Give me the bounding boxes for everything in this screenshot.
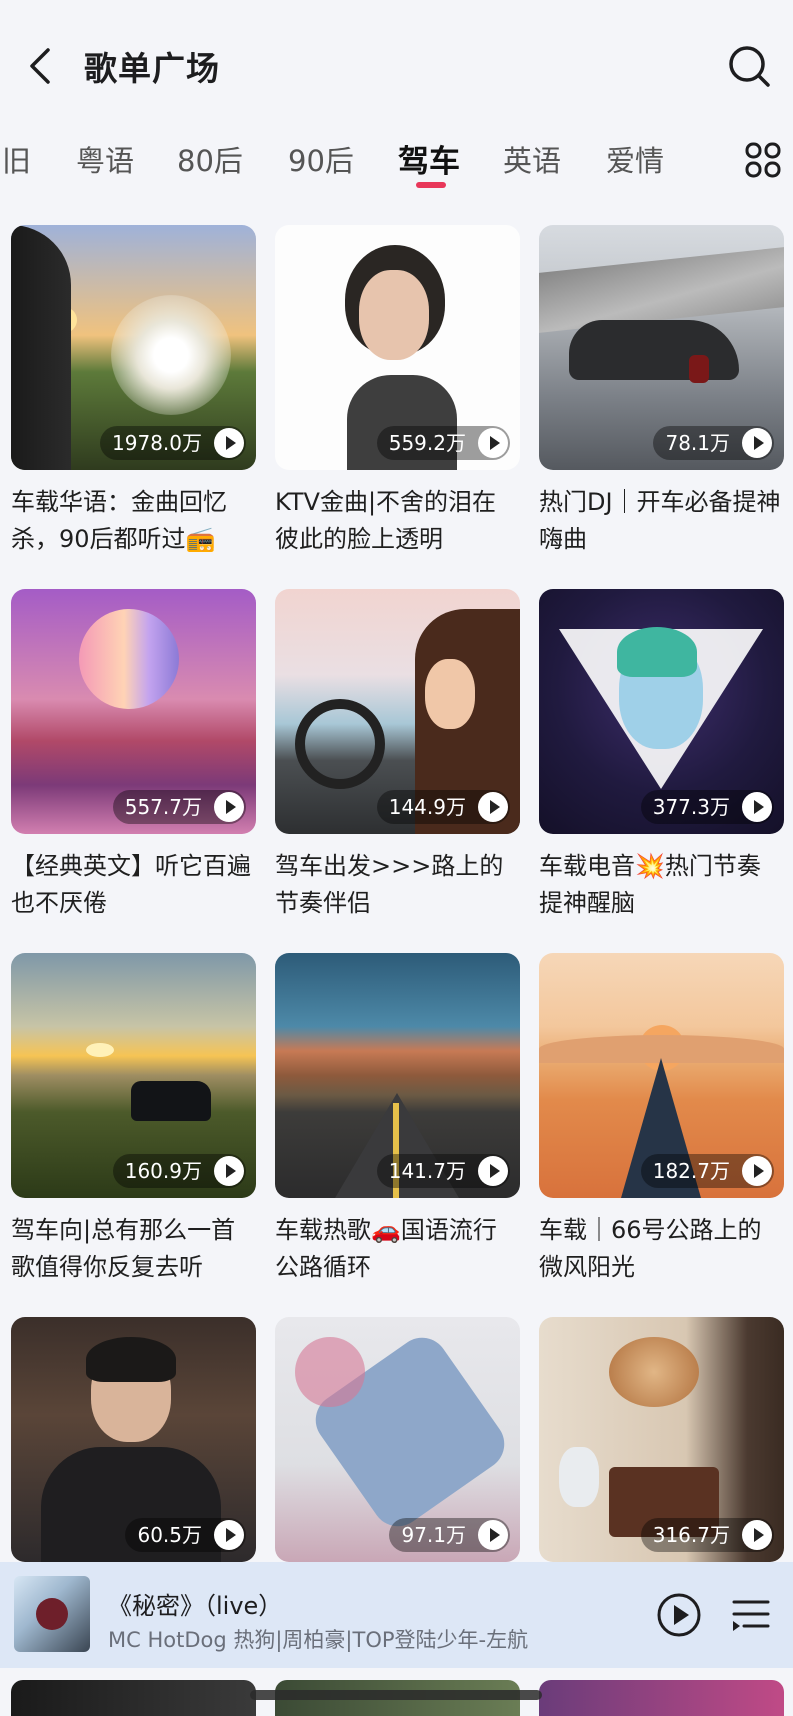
playlist-card[interactable]: 377.3万 车载电音💥热门节奏 提神醒脑: [539, 589, 784, 922]
playlist-icon[interactable]: [730, 1596, 772, 1636]
playlist-title: 驾车出发>>>路上的节奏伴侣: [275, 852, 504, 917]
play-icon[interactable]: [478, 1520, 508, 1550]
back-chevron-icon[interactable]: [20, 44, 64, 88]
playlist-card[interactable]: 182.7万 车载｜66号公路上的微风阳光: [539, 953, 784, 1286]
playlist-card[interactable]: 60.5万: [11, 1317, 256, 1562]
category-tabs: 旧 粤语 80后 90后 驾车 英语 爱情: [0, 132, 793, 194]
playlist-cover[interactable]: 182.7万: [539, 953, 784, 1198]
tab-80s[interactable]: 80后: [177, 138, 243, 180]
grid-menu-icon[interactable]: [743, 140, 783, 180]
play-icon[interactable]: [214, 1156, 244, 1186]
playlist-title: 车载｜66号公路上的微风阳光: [539, 1216, 762, 1281]
home-indicator: [250, 1690, 542, 1700]
header: 歌单广场: [0, 0, 793, 130]
play-icon[interactable]: [214, 428, 244, 458]
playlist-title: 车载华语：金曲回忆杀，90后都听过📻: [11, 488, 227, 553]
tab-jiu[interactable]: 旧: [2, 138, 31, 180]
play-icon[interactable]: [742, 792, 772, 822]
playlist-cover[interactable]: 144.9万: [275, 589, 520, 834]
playlist-card[interactable]: 559.2万 KTV金曲|不舍的泪在彼此的脸上透明: [275, 225, 520, 558]
playlist-cover[interactable]: 377.3万: [539, 589, 784, 834]
tab-english[interactable]: 英语: [503, 138, 561, 180]
playlist-card[interactable]: 316.7万: [539, 1317, 784, 1562]
playlist-title: 热门DJ｜开车必备提神嗨曲: [539, 488, 781, 553]
search-icon[interactable]: [725, 42, 773, 90]
play-icon[interactable]: [214, 1520, 244, 1550]
tab-90s[interactable]: 90后: [288, 138, 354, 180]
playlist-card[interactable]: 160.9万 驾车向|总有那么一首歌值得你反复去听: [11, 953, 256, 1286]
playlist-card[interactable]: 97.1万: [275, 1317, 520, 1562]
playlist-cover[interactable]: 557.7万: [11, 589, 256, 834]
playlist-title: 车载电音💥热门节奏 提神醒脑: [539, 852, 761, 917]
playlist-cover[interactable]: 160.9万: [11, 953, 256, 1198]
album-art[interactable]: [14, 1576, 90, 1652]
play-icon[interactable]: [214, 792, 244, 822]
playlist-title: 驾车向|总有那么一首歌值得你反复去听: [11, 1216, 236, 1281]
play-icon[interactable]: [478, 792, 508, 822]
playlist-title: KTV金曲|不舍的泪在彼此的脸上透明: [275, 488, 497, 553]
mini-player[interactable]: 《秘密》（live） MC HotDog 热狗|周柏豪|TOP登陆少年-左航: [0, 1562, 793, 1668]
playlist-card[interactable]: 141.7万 车载热歌🚗国语流行公路循环: [275, 953, 520, 1286]
playlist-card[interactable]: 557.7万 【经典英文】听它百遍也不厌倦: [11, 589, 256, 922]
tab-cantonese[interactable]: 粤语: [76, 138, 134, 180]
playlist-cover[interactable]: 316.7万: [539, 1317, 784, 1562]
active-tab-indicator: [416, 182, 446, 188]
playlist-title: 车载热歌🚗国语流行公路循环: [275, 1216, 497, 1281]
playlist-cover[interactable]: 97.1万: [275, 1317, 520, 1562]
playlist-cover[interactable]: 141.7万: [275, 953, 520, 1198]
playlist-cover[interactable]: 1978.0万: [11, 225, 256, 470]
playlist-cover[interactable]: 559.2万: [275, 225, 520, 470]
playlist-cover[interactable]: 60.5万: [11, 1317, 256, 1562]
playlist-cover-peek: [11, 1680, 256, 1716]
playlist-card[interactable]: 78.1万 热门DJ｜开车必备提神嗨曲: [539, 225, 784, 558]
play-icon[interactable]: [742, 428, 772, 458]
tab-love[interactable]: 爱情: [606, 138, 664, 180]
page-title: 歌单广场: [84, 49, 220, 88]
playlist-title: 【经典英文】听它百遍也不厌倦: [11, 852, 251, 917]
play-icon[interactable]: [478, 428, 508, 458]
artist-name: MC HotDog 热狗|周柏豪|TOP登陆少年-左航: [108, 1628, 529, 1652]
playlist-card[interactable]: 144.9万 驾车出发>>>路上的节奏伴侣: [275, 589, 520, 922]
play-icon[interactable]: [478, 1156, 508, 1186]
play-circle-icon[interactable]: [656, 1592, 702, 1638]
tab-driving[interactable]: 驾车: [398, 136, 460, 181]
playlist-cover-peek: [539, 1680, 784, 1716]
play-icon[interactable]: [742, 1156, 772, 1186]
playlist-cover[interactable]: 78.1万: [539, 225, 784, 470]
song-title: 《秘密》（live）: [108, 1592, 283, 1620]
playlist-card[interactable]: 1978.0万 车载华语：金曲回忆杀，90后都听过📻: [11, 225, 256, 558]
play-icon[interactable]: [742, 1520, 772, 1550]
